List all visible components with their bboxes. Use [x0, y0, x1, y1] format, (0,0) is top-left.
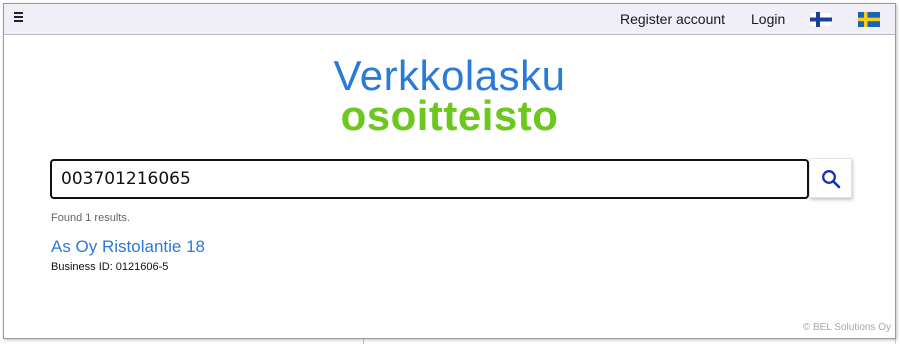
- copyright-footer: © BEL Solutions Oy: [802, 322, 891, 333]
- search-input[interactable]: [50, 159, 809, 199]
- popup-window: Register account Login Verkkolasku osoit…: [3, 3, 896, 339]
- login-link[interactable]: Login: [751, 11, 785, 27]
- finnish-flag-icon[interactable]: [810, 12, 832, 27]
- top-navigation-bar: Register account Login: [4, 4, 895, 35]
- result-name-link[interactable]: As Oy Ristolantie 18: [51, 237, 205, 257]
- search-button[interactable]: [809, 158, 852, 198]
- logo-subtitle: osoitteisto: [340, 92, 559, 139]
- result-business-id: Business ID: 0121606-5: [51, 261, 169, 273]
- hamburger-menu-icon[interactable]: [13, 10, 25, 24]
- results-summary: Found 1 results.: [51, 212, 130, 224]
- search-icon: [822, 170, 841, 189]
- swedish-flag-icon[interactable]: [858, 12, 880, 27]
- register-account-link[interactable]: Register account: [620, 11, 725, 27]
